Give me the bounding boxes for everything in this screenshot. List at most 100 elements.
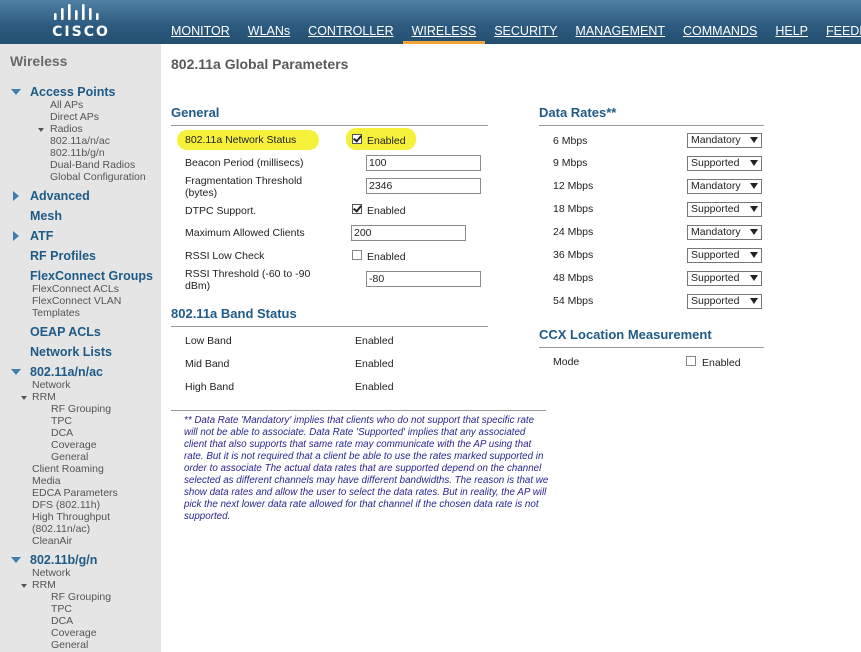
expanded-arrow-icon[interactable] (21, 584, 27, 588)
rate-9-label: 9 Mbps (553, 157, 588, 169)
sidebar-title: Wireless (10, 53, 68, 69)
sidebar-item-a-client-roaming[interactable]: Client Roaming (32, 463, 104, 475)
low-band-value: Enabled (355, 335, 394, 347)
ccx-mode-checkbox[interactable] (686, 356, 696, 366)
sidebar-item-a-high-throughput[interactable]: High Throughput (32, 511, 110, 523)
network-status-text: Enabled (367, 135, 406, 147)
rate-18-select[interactable]: Supported (687, 202, 762, 217)
rate-12-select[interactable]: Mandatory (687, 179, 762, 194)
sidebar-item-radio-b[interactable]: 802.11b/g/n (50, 147, 105, 159)
nav-commands[interactable]: COMMANDS (674, 24, 766, 44)
rate-12-label: 12 Mbps (553, 180, 594, 192)
sidebar-item-a-cleanair[interactable]: CleanAir (32, 535, 72, 547)
dropdown-arrow-icon (750, 275, 758, 281)
sidebar-item-radios[interactable]: Radios (50, 123, 83, 135)
sidebar-item-a-network[interactable]: Network (32, 379, 71, 391)
divider (539, 347, 764, 348)
sidebar-item-a-high-throughput-sub[interactable]: (802.11n/ac) (32, 523, 90, 535)
data-rates-heading: Data Rates** (539, 105, 617, 120)
expanded-arrow-icon[interactable] (38, 128, 44, 132)
nav-wlans[interactable]: WLANs (239, 24, 299, 44)
sidebar-item-b-general[interactable]: General (51, 639, 88, 651)
nav-wireless[interactable]: WIRELESS (402, 24, 486, 44)
rssi-threshold-label: RSSI Threshold (-60 to -90 (185, 268, 311, 280)
max-clients-label: Maximum Allowed Clients (185, 227, 305, 239)
sidebar-item-advanced[interactable]: Advanced (30, 189, 90, 203)
sidebar-item-a-dfs[interactable]: DFS (802.11h) (32, 499, 100, 511)
sidebar-item-b-rrm[interactable]: RRM (32, 579, 56, 591)
nav-monitor[interactable]: MONITOR (162, 24, 239, 44)
sidebar-item-a-edca[interactable]: EDCA Parameters (32, 487, 118, 499)
top-header: CISCO MONITOR WLANs CONTROLLER WIRELESS … (0, 0, 861, 44)
nav-controller[interactable]: CONTROLLER (299, 24, 402, 44)
sidebar-item-flexconnect-groups[interactable]: FlexConnect Groups (30, 269, 153, 283)
sidebar-item-a-media[interactable]: Media (32, 475, 61, 487)
cisco-wordmark: CISCO (52, 24, 110, 40)
mid-band-label: Mid Band (185, 358, 230, 370)
rate-18-label: 18 Mbps (553, 203, 594, 215)
sidebar-item-network-lists[interactable]: Network Lists (30, 345, 112, 359)
divider (539, 125, 764, 126)
sidebar-item-b-rf-grouping[interactable]: RF Grouping (51, 591, 111, 603)
nav-help[interactable]: HELP (766, 24, 817, 44)
sidebar-item-atf[interactable]: ATF (30, 229, 53, 243)
sidebar-item-b-network[interactable]: Network (32, 567, 71, 579)
sidebar-item-rf-profiles[interactable]: RF Profiles (30, 249, 96, 263)
nav-security[interactable]: SECURITY (485, 24, 566, 44)
sidebar-item-flexconnect-acls[interactable]: FlexConnect ACLs (32, 283, 119, 295)
sidebar-item-radio-a[interactable]: 802.11a/n/ac (50, 135, 110, 147)
cisco-logo: CISCO (50, 4, 112, 40)
collapsed-arrow-icon[interactable] (13, 231, 19, 241)
rssi-low-check-text: Enabled (367, 251, 406, 263)
high-band-label: High Band (185, 381, 235, 393)
rate-6-select[interactable]: Mandatory (687, 133, 762, 148)
sidebar-item-global-config[interactable]: Global Configuration (50, 171, 146, 183)
sidebar-item-b-coverage[interactable]: Coverage (51, 627, 97, 639)
sidebar-item-templates[interactable]: Templates (32, 307, 80, 319)
sidebar-item-a-coverage[interactable]: Coverage (51, 439, 97, 451)
sidebar-item-a-dca[interactable]: DCA (51, 427, 73, 439)
max-clients-input[interactable]: 200 (351, 225, 466, 241)
rate-24-select[interactable]: Mandatory (687, 225, 762, 240)
dtpc-checkbox[interactable] (352, 204, 362, 214)
sidebar-item-a-general[interactable]: General (51, 451, 88, 463)
rate-54-select[interactable]: Supported (687, 294, 762, 309)
sidebar-item-a-tpc[interactable]: TPC (51, 415, 72, 427)
sidebar-item-direct-aps[interactable]: Direct APs (50, 111, 99, 123)
nav-management[interactable]: MANAGEMENT (566, 24, 674, 44)
nav-feedback[interactable]: FEEDBACK (817, 24, 861, 44)
sidebar-item-a-rrm[interactable]: RRM (32, 391, 56, 403)
dropdown-arrow-icon (750, 183, 758, 189)
expanded-arrow-icon[interactable] (21, 396, 27, 400)
beacon-period-label: Beacon Period (millisecs) (185, 157, 304, 169)
sidebar-item-80211b[interactable]: 802.11b/g/n (30, 553, 97, 567)
sidebar-item-dual-band[interactable]: Dual-Band Radios (50, 159, 135, 171)
network-status-checkbox[interactable] (352, 134, 362, 144)
ccx-mode-text: Enabled (702, 357, 741, 369)
sidebar-item-a-rf-grouping[interactable]: RF Grouping (51, 403, 111, 415)
rssi-threshold-label-unit: dBm) (185, 280, 211, 292)
sidebar-item-mesh[interactable]: Mesh (30, 209, 62, 223)
rate-48-label: 48 Mbps (553, 272, 594, 284)
data-rate-footnote: ** Data Rate 'Mandatory' implies that cl… (184, 415, 549, 522)
expanded-arrow-icon[interactable] (11, 89, 21, 95)
frag-threshold-input[interactable]: 2346 (366, 178, 481, 194)
beacon-period-input[interactable]: 100 (366, 155, 481, 171)
sidebar-item-b-dca[interactable]: DCA (51, 615, 73, 627)
sidebar-item-b-tpc[interactable]: TPC (51, 603, 72, 615)
rate-48-select[interactable]: Supported (687, 271, 762, 286)
rssi-threshold-input[interactable]: -80 (366, 271, 481, 287)
rssi-low-check-label: RSSI Low Check (185, 250, 265, 262)
rssi-low-check-checkbox[interactable] (352, 250, 362, 260)
rate-9-select[interactable]: Supported (687, 156, 762, 171)
sidebar-item-all-aps[interactable]: All APs (50, 99, 83, 111)
collapsed-arrow-icon[interactable] (13, 191, 19, 201)
sidebar-item-oeap-acls[interactable]: OEAP ACLs (30, 325, 101, 339)
rate-36-select[interactable]: Supported (687, 248, 762, 263)
sidebar-item-flexconnect-vlan[interactable]: FlexConnect VLAN (32, 295, 121, 307)
expanded-arrow-icon[interactable] (11, 369, 21, 375)
expanded-arrow-icon[interactable] (11, 557, 21, 563)
sidebar-item-access-points[interactable]: Access Points (30, 85, 115, 99)
sidebar-item-80211a[interactable]: 802.11a/n/ac (30, 365, 103, 379)
rate-24-label: 24 Mbps (553, 226, 594, 238)
